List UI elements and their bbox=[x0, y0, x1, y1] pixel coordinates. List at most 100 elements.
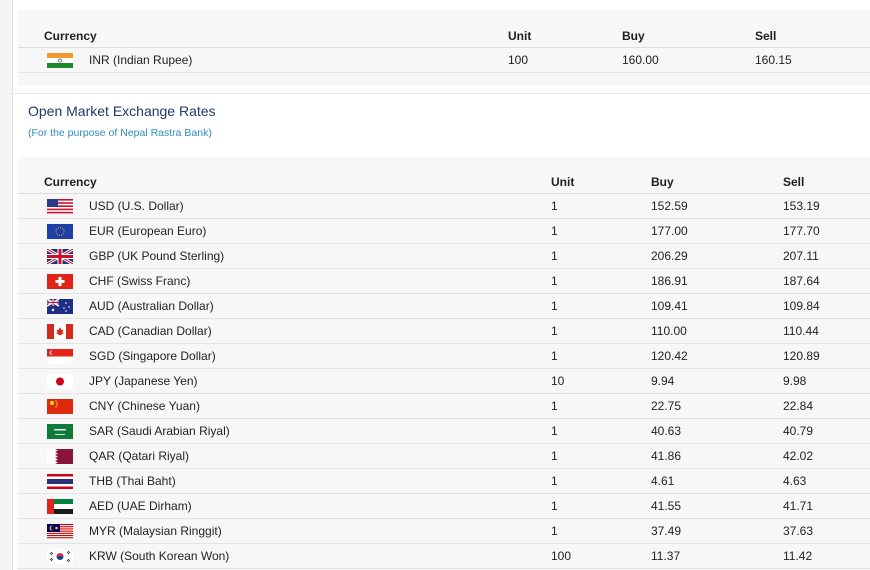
currency-name: EUR (European Euro) bbox=[89, 224, 207, 238]
inr-rate-table: Currency Unit Buy Sell INR (Indian Rupee… bbox=[18, 10, 870, 85]
china-flag-icon bbox=[47, 399, 73, 414]
sell-rate: 42.02 bbox=[783, 449, 814, 463]
currency-unit: 1 bbox=[551, 399, 558, 413]
buy-rate: 109.41 bbox=[651, 299, 688, 313]
currency-name: MYR (Malaysian Ringgit) bbox=[89, 524, 222, 538]
currency-unit: 1 bbox=[551, 524, 558, 538]
section-subtitle: (For the purpose of Nepal Rastra Bank) bbox=[28, 127, 212, 139]
currency-name: CHF (Swiss Franc) bbox=[89, 274, 191, 288]
currency-unit: 1 bbox=[551, 424, 558, 438]
currency-name: QAR (Qatari Riyal) bbox=[89, 449, 190, 463]
unit-header: Unit bbox=[551, 175, 575, 189]
sell-rate: 153.19 bbox=[783, 199, 820, 213]
table-row: MYR (Malaysian Ringgit) 1 37.49 37.63 bbox=[18, 519, 870, 544]
currency-name: SGD (Singapore Dollar) bbox=[89, 349, 216, 363]
table-row: AUD (Australian Dollar) 1 109.41 109.84 bbox=[18, 294, 870, 319]
currency-unit: 1 bbox=[551, 299, 558, 313]
currency-header: Currency bbox=[44, 29, 97, 43]
sell-rate: 160.15 bbox=[755, 53, 792, 67]
table-row: CAD (Canadian Dollar) 1 110.00 110.44 bbox=[18, 319, 870, 344]
table-row: THB (Thai Baht) 1 4.61 4.63 bbox=[18, 469, 870, 494]
buy-rate: 186.91 bbox=[651, 274, 688, 288]
table-row: JPY (Japanese Yen) 10 9.94 9.98 bbox=[18, 369, 870, 394]
india-flag-icon bbox=[47, 53, 73, 68]
buy-rate: 206.29 bbox=[651, 249, 688, 263]
buy-rate: 120.42 bbox=[651, 349, 688, 363]
sell-rate: 22.84 bbox=[783, 399, 814, 413]
sell-rate: 9.98 bbox=[783, 374, 807, 388]
currency-unit: 1 bbox=[551, 274, 558, 288]
qatar-flag-icon bbox=[47, 449, 73, 464]
sell-rate: 37.63 bbox=[783, 524, 814, 538]
table-row: GBP (UK Pound Sterling) 1 206.29 207.11 bbox=[18, 244, 870, 269]
singapore-flag-icon bbox=[47, 349, 73, 364]
uk-flag-icon bbox=[47, 249, 73, 264]
sell-rate: 40.79 bbox=[783, 424, 814, 438]
currency-name: SAR (Saudi Arabian Riyal) bbox=[89, 424, 230, 438]
japan-flag-icon bbox=[47, 374, 73, 389]
currency-unit: 1 bbox=[551, 474, 558, 488]
eu-flag-icon bbox=[47, 224, 73, 239]
buy-rate: 152.59 bbox=[651, 199, 688, 213]
currency-name: GBP (UK Pound Sterling) bbox=[89, 249, 225, 263]
table-row: SGD (Singapore Dollar) 1 120.42 120.89 bbox=[18, 344, 870, 369]
table-row: CHF (Swiss Franc) 1 186.91 187.64 bbox=[18, 269, 870, 294]
currency-unit: 1 bbox=[551, 224, 558, 238]
sell-rate: 4.63 bbox=[783, 474, 807, 488]
table-row: QAR (Qatari Riyal) 1 41.86 42.02 bbox=[18, 444, 870, 469]
sell-header: Sell bbox=[783, 175, 805, 189]
currency-unit: 1 bbox=[551, 199, 558, 213]
currency-name: AUD (Australian Dollar) bbox=[89, 299, 214, 313]
korea-flag-icon bbox=[47, 549, 73, 564]
currency-unit: 1 bbox=[551, 324, 558, 338]
buy-rate: 11.37 bbox=[651, 549, 681, 563]
buy-rate: 37.49 bbox=[651, 524, 682, 538]
sell-rate: 109.84 bbox=[783, 299, 820, 313]
sell-header: Sell bbox=[755, 29, 777, 43]
sell-rate: 207.11 bbox=[783, 249, 819, 263]
currency-unit: 1 bbox=[551, 499, 558, 513]
table-header: Currency Unit Buy Sell bbox=[18, 170, 870, 194]
saudi-flag-icon bbox=[47, 424, 73, 439]
currency-header: Currency bbox=[44, 175, 97, 189]
currency-name: KRW (South Korean Won) bbox=[89, 549, 230, 563]
open-market-rate-table: Currency Unit Buy Sell USD (U.S. Dollar)… bbox=[18, 157, 870, 570]
buy-rate: 4.61 bbox=[651, 474, 675, 488]
unit-header: Unit bbox=[508, 29, 532, 43]
currency-name: JPY (Japanese Yen) bbox=[89, 374, 198, 388]
currency-unit: 1 bbox=[551, 349, 558, 363]
currency-unit: 10 bbox=[551, 374, 565, 388]
currency-unit: 100 bbox=[508, 53, 529, 67]
buy-header: Buy bbox=[622, 29, 645, 43]
malaysia-flag-icon bbox=[47, 524, 73, 539]
sell-rate: 120.89 bbox=[783, 349, 820, 363]
table-row: SAR (Saudi Arabian Riyal) 1 40.63 40.79 bbox=[18, 419, 870, 444]
uae-flag-icon bbox=[47, 499, 73, 514]
buy-rate: 160.00 bbox=[622, 53, 659, 67]
sell-rate: 187.64 bbox=[783, 274, 820, 288]
table-row: EUR (European Euro) 1 177.00 177.70 bbox=[18, 219, 870, 244]
buy-header: Buy bbox=[651, 175, 674, 189]
section-divider bbox=[13, 93, 870, 94]
table-row: CNY (Chinese Yuan) 1 22.75 22.84 bbox=[18, 394, 870, 419]
australia-flag-icon bbox=[47, 299, 73, 314]
buy-rate: 177.00 bbox=[651, 224, 688, 238]
buy-rate: 110.00 bbox=[651, 324, 687, 338]
currency-name: INR (Indian Rupee) bbox=[89, 53, 193, 67]
section-title: Open Market Exchange Rates bbox=[28, 103, 216, 119]
table-row: KRW (South Korean Won) 100 11.37 11.42 bbox=[18, 544, 870, 569]
currency-name: THB (Thai Baht) bbox=[89, 474, 176, 488]
canada-flag-icon bbox=[47, 324, 73, 339]
buy-rate: 41.86 bbox=[651, 449, 682, 463]
buy-rate: 40.63 bbox=[651, 424, 682, 438]
currency-unit: 1 bbox=[551, 249, 558, 263]
usa-flag-icon bbox=[47, 199, 73, 214]
buy-rate: 22.75 bbox=[651, 399, 682, 413]
buy-rate: 9.94 bbox=[651, 374, 675, 388]
table-row: INR (Indian Rupee) 100 160.00 160.15 bbox=[18, 48, 870, 73]
table-row: USD (U.S. Dollar) 1 152.59 153.19 bbox=[18, 194, 870, 219]
sell-rate: 11.42 bbox=[783, 549, 813, 563]
currency-name: CAD (Canadian Dollar) bbox=[89, 324, 212, 338]
thailand-flag-icon bbox=[47, 474, 73, 489]
table-header: Currency Unit Buy Sell bbox=[18, 24, 870, 48]
